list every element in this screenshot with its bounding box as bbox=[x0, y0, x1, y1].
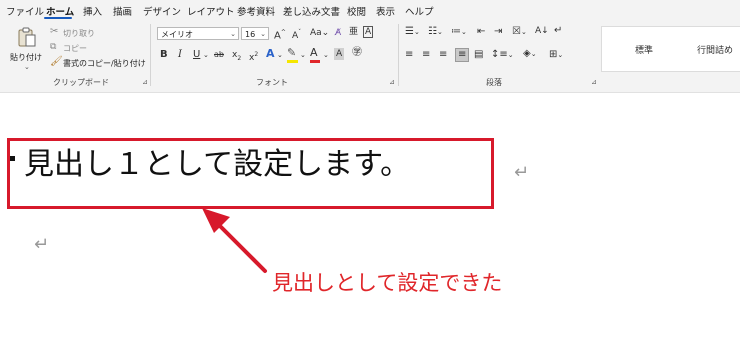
underline-dropdown-icon[interactable]: ⌄ bbox=[203, 49, 209, 61]
tab-review[interactable]: 校閲 bbox=[347, 4, 366, 18]
font-size-value: 16 bbox=[245, 30, 256, 39]
format-painter-button[interactable]: 書式のコピー/貼り付け bbox=[63, 58, 146, 69]
increase-indent-icon[interactable]: ⇥ bbox=[494, 26, 502, 38]
chevron-down-icon[interactable]: ⌄ bbox=[277, 49, 283, 61]
shading-icon[interactable]: ◈⌄ bbox=[523, 48, 537, 60]
tab-home[interactable]: ホーム bbox=[46, 4, 74, 18]
change-case-icon[interactable]: Aa⌄ bbox=[310, 27, 329, 39]
chevron-down-icon[interactable]: ⌄ bbox=[300, 49, 306, 61]
character-border-icon[interactable]: A bbox=[363, 26, 374, 38]
highlight-icon[interactable]: ✎ bbox=[287, 47, 296, 59]
font-name-value: メイリオ bbox=[161, 30, 193, 39]
group-separator bbox=[150, 24, 151, 86]
font-launcher-icon[interactable]: ⊿ bbox=[389, 78, 395, 86]
sort-icon[interactable]: A↓ bbox=[535, 25, 549, 37]
bullets-icon[interactable]: ☰⌄ bbox=[405, 26, 420, 38]
scissors-icon: ✂ bbox=[50, 26, 59, 37]
line-spacing-icon[interactable]: ↕≡⌄ bbox=[491, 49, 514, 61]
font-name-select[interactable]: メイリオ ⌄ bbox=[157, 27, 239, 40]
clipboard-launcher-icon[interactable]: ⊿ bbox=[142, 78, 148, 86]
paste-dropdown-icon[interactable]: ⌄ bbox=[24, 63, 30, 71]
callout-text: 見出しとして設定できた bbox=[272, 271, 503, 295]
tab-file[interactable]: ファイル bbox=[6, 4, 44, 18]
align-left-icon[interactable]: ≡ bbox=[405, 49, 413, 61]
superscript-icon[interactable]: x2 bbox=[249, 49, 258, 64]
paragraph-launcher-icon[interactable]: ⊿ bbox=[591, 78, 597, 86]
clipboard-group-label: クリップボード bbox=[53, 78, 109, 87]
strikethrough-icon[interactable]: ab bbox=[214, 49, 224, 61]
document-page[interactable]: 見出し１として設定します。 ↵ ↵ 見出しとして設定できた bbox=[0, 93, 740, 352]
text-effects-icon[interactable]: A bbox=[266, 48, 275, 60]
chevron-down-icon[interactable]: ⌄ bbox=[323, 49, 329, 61]
ribbon: 貼り付け ⌄ ✂ 切り取り ⧉ コピー 🖌 書式のコピー/貼り付け クリップボー… bbox=[0, 20, 740, 93]
tab-layout[interactable]: レイアウト bbox=[187, 4, 235, 18]
enclose-characters-icon[interactable]: ㊫ bbox=[352, 47, 362, 59]
cut-button[interactable]: 切り取り bbox=[63, 28, 95, 39]
tab-help[interactable]: ヘルプ bbox=[405, 4, 434, 18]
font-color-swatch bbox=[310, 60, 320, 63]
copy-icon: ⧉ bbox=[50, 42, 57, 52]
tab-design[interactable]: デザイン bbox=[143, 4, 181, 18]
grow-font-icon[interactable]: A^ bbox=[274, 27, 286, 42]
phonetic-guide-icon[interactable]: 亜 bbox=[349, 26, 358, 38]
active-tab-indicator bbox=[44, 17, 72, 19]
menu-tab-bar: ファイル ホーム 挿入 描画 デザイン レイアウト 参考資料 差し込み文書 校閲… bbox=[0, 0, 740, 20]
highlight-color-swatch bbox=[287, 60, 298, 63]
paragraph-group-label: 段落 bbox=[486, 78, 502, 87]
bold-icon[interactable]: B bbox=[160, 49, 168, 61]
tab-mailings[interactable]: 差し込み文書 bbox=[283, 4, 340, 18]
font-group-label: フォント bbox=[256, 78, 288, 87]
paste-icon bbox=[18, 27, 36, 47]
asian-layout-icon[interactable]: ☒⌄ bbox=[512, 26, 527, 38]
tab-view[interactable]: 表示 bbox=[376, 4, 395, 18]
subscript-icon[interactable]: x2 bbox=[232, 49, 241, 65]
italic-icon[interactable]: I bbox=[178, 49, 182, 61]
numbering-icon[interactable]: ☷⌄ bbox=[428, 26, 443, 38]
borders-icon[interactable]: ⊞⌄ bbox=[549, 49, 563, 61]
font-color-icon[interactable]: A bbox=[310, 47, 318, 59]
shrink-font-icon[interactable]: Aˇ bbox=[292, 27, 301, 42]
chevron-down-icon: ⌄ bbox=[260, 30, 266, 38]
group-separator bbox=[398, 24, 399, 86]
show-formatting-marks-icon[interactable]: ↵ bbox=[554, 25, 562, 37]
tab-references[interactable]: 参考資料 bbox=[237, 4, 275, 18]
tab-draw[interactable]: 描画 bbox=[113, 4, 132, 18]
multilevel-list-icon[interactable]: ≔⌄ bbox=[451, 26, 467, 38]
copy-button[interactable]: コピー bbox=[63, 43, 87, 54]
tab-insert[interactable]: 挿入 bbox=[83, 4, 102, 18]
justify-icon[interactable]: ≡ bbox=[455, 48, 470, 62]
paste-button[interactable]: 貼り付け ⌄ bbox=[10, 26, 44, 72]
font-size-select[interactable]: 16 ⌄ bbox=[241, 27, 269, 40]
format-painter-icon: 🖌 bbox=[50, 56, 63, 67]
align-right-icon[interactable]: ≡ bbox=[439, 49, 447, 61]
distributed-icon[interactable]: ▤ bbox=[474, 49, 483, 61]
clear-formatting-icon[interactable]: A̸ bbox=[335, 27, 341, 39]
character-shading-icon[interactable]: A bbox=[334, 48, 345, 60]
align-center-icon[interactable]: ≡ bbox=[422, 49, 430, 61]
style-no-spacing[interactable]: 行間詰め bbox=[697, 43, 733, 56]
styles-gallery: 標準 行間詰め bbox=[601, 26, 740, 72]
chevron-down-icon: ⌄ bbox=[230, 30, 236, 38]
style-normal[interactable]: 標準 bbox=[635, 43, 653, 56]
decrease-indent-icon[interactable]: ⇤ bbox=[477, 26, 485, 38]
paste-label: 貼り付け bbox=[10, 53, 42, 62]
underline-icon[interactable]: U bbox=[193, 49, 200, 61]
arrow-icon bbox=[202, 208, 267, 273]
